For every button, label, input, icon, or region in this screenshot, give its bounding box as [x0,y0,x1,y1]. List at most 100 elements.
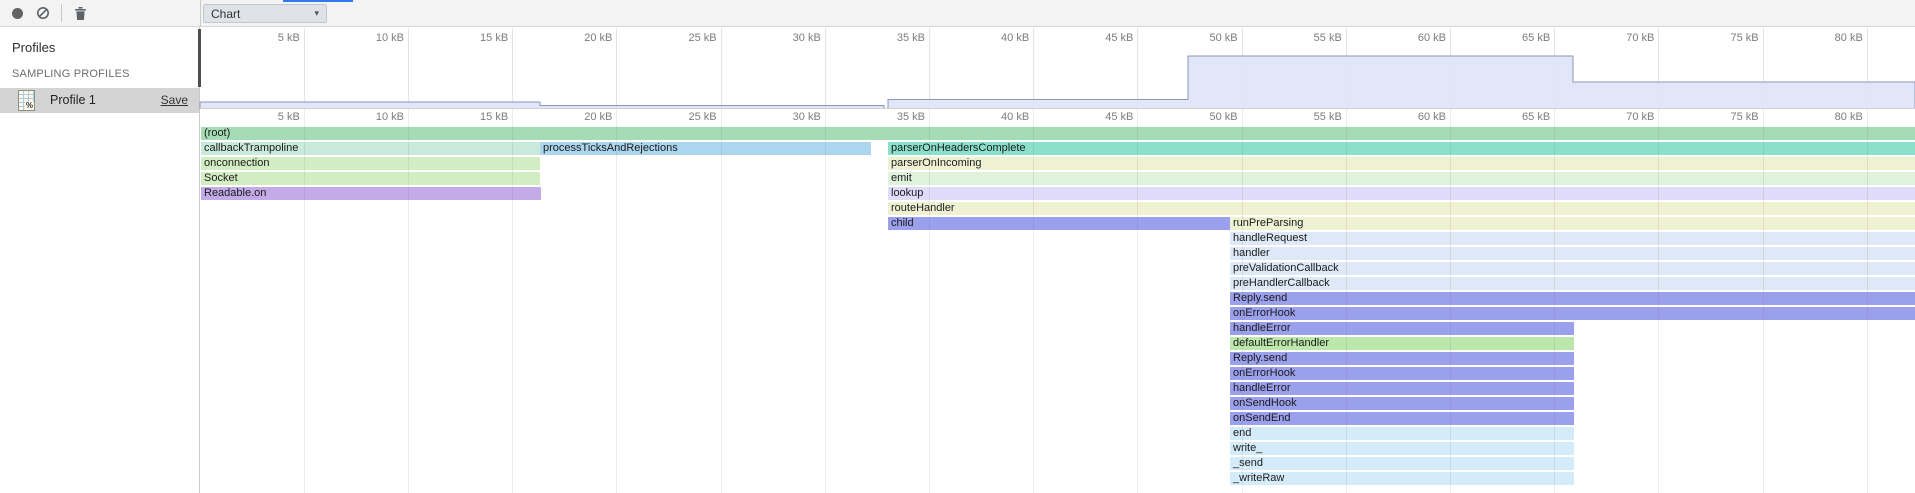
flame-bar-processTicksAndRejections[interactable]: processTicksAndRejections [540,142,871,155]
record-button[interactable] [7,3,27,23]
flame-bar-preHandlerCallback[interactable]: preHandlerCallback [1230,277,1915,290]
overview-gridline [721,28,722,108]
flame-ruler-tick: 5 kB [278,111,300,123]
flame-bar-parserOnHeadersComplete[interactable]: parserOnHeadersComplete [888,142,1915,155]
overview-ruler-tick: 15 kB [480,32,508,44]
flame-gridline [721,109,722,493]
save-profile-link[interactable]: Save [161,93,188,107]
flame-bar-parserOnIncoming[interactable]: parserOnIncoming [888,157,1915,170]
flame-bar-lookup[interactable]: lookup [888,187,1915,200]
toolbar: Chart ▾ [0,0,1915,27]
overview-gridline [1554,28,1555,108]
overview-gridline [1242,28,1243,108]
overview-ruler-tick: 20 kB [584,32,612,44]
overview-window-left-handle[interactable] [198,29,201,87]
flame-ruler-tick: 40 kB [1001,111,1029,123]
trash-icon [74,6,87,21]
flame-bar-handleRequest[interactable]: handleRequest [1230,232,1915,245]
chevron-down-icon: ▾ [314,9,319,18]
flame-bar-Reply.send[interactable]: Reply.send [1230,352,1574,365]
overview-ruler-tick: 75 kB [1730,32,1758,44]
toolbar-divider [61,4,62,22]
flame-gridline [1658,109,1659,493]
flame-bar-_writeRaw[interactable]: _writeRaw [1230,472,1574,485]
flame-bar-handleError[interactable]: handleError [1230,382,1574,395]
heap-profile-icon: % [18,90,35,111]
overview-gridline [929,28,930,108]
flame-gridline [1450,109,1451,493]
flame-bar-child[interactable]: child [888,217,1230,230]
overview-gridline [512,28,513,108]
flame-gridline [1346,109,1347,493]
flame-bar-_send[interactable]: _send [1230,457,1574,470]
flame-bar-Socket[interactable]: Socket [201,172,540,185]
flame-bar-write_[interactable]: write_ [1230,442,1574,455]
flame-bar-preValidationCallback[interactable]: preValidationCallback [1230,262,1915,275]
flame-gridline [408,109,409,493]
flame-gridline [825,109,826,493]
flame-ruler-tick: 65 kB [1522,111,1550,123]
flame-gridline [1763,109,1764,493]
profile-view-select[interactable]: Chart ▾ [203,4,327,23]
overview-ruler-tick: 5 kB [278,32,300,44]
flame-bar-Reply.send[interactable]: Reply.send [1230,292,1915,305]
percent-glyph: % [25,102,34,110]
overview-ruler-tick: 45 kB [1105,32,1133,44]
flame-ruler-tick: 25 kB [688,111,716,123]
flame-gridline [1554,109,1555,493]
flame-gridline [512,109,513,493]
overview-ruler-tick: 65 kB [1522,32,1550,44]
flame-ruler-tick: 80 kB [1835,111,1863,123]
flame-bar-runPreParsing[interactable]: runPreParsing [1230,217,1915,230]
flame-ruler-tick: 20 kB [584,111,612,123]
flame-bar-callbackTrampoline[interactable]: callbackTrampoline [201,142,540,155]
flame-gridline [1242,109,1243,493]
overview-gridline [1033,28,1034,108]
overview-ruler-tick: 60 kB [1418,32,1446,44]
overview-ruler-tick: 25 kB [688,32,716,44]
overview-ruler-tick: 10 kB [376,32,404,44]
flame-ruler-tick: 30 kB [793,111,821,123]
overview-ruler-tick: 40 kB [1001,32,1029,44]
flame-bar-emit[interactable]: emit [888,172,1915,185]
flame-bar-onconnection[interactable]: onconnection [201,157,540,170]
flame-bar-defaultErrorHandler[interactable]: defaultErrorHandler [1230,337,1574,350]
overview-gridline [1450,28,1451,108]
flame-ruler-tick: 35 kB [897,111,925,123]
flame-ruler-tick: 45 kB [1105,111,1133,123]
overview-gridline [616,28,617,108]
flame-gridline [929,109,930,493]
overview-ruler-tick: 30 kB [793,32,821,44]
flame-bar-handleError[interactable]: handleError [1230,322,1574,335]
flame-gridline [304,109,305,493]
sidebar-title: Profiles [12,40,55,55]
flame-ruler-tick: 50 kB [1209,111,1237,123]
overview-gridline [1137,28,1138,108]
overview-ruler-tick: 50 kB [1209,32,1237,44]
overview-gridline [1658,28,1659,108]
flame-ruler-tick: 70 kB [1626,111,1654,123]
delete-profile-button[interactable] [70,3,90,23]
flame-bar-onSendHook[interactable]: onSendHook [1230,397,1574,410]
flame-bar-handler[interactable]: handler [1230,247,1915,260]
flame-bar-onSendEnd[interactable]: onSendEnd [1230,412,1574,425]
accent-indicator [283,0,353,2]
clear-all-profiles-button[interactable] [33,3,53,23]
heap-profiler-panel: Chart ▾ Profiles SAMPLING PROFILES % Pro… [0,0,1915,493]
sidebar-item-profile-1[interactable]: % Profile 1 Save [0,88,199,113]
flame-bar-onErrorHook[interactable]: onErrorHook [1230,367,1574,380]
overview-ruler-tick: 70 kB [1626,32,1654,44]
flame-bar-onErrorHook[interactable]: onErrorHook [1230,307,1915,320]
overview-gridline [1867,28,1868,108]
flame-gridline [1867,109,1868,493]
flame-ruler-tick: 15 kB [480,111,508,123]
flame-bar-end[interactable]: end [1230,427,1574,440]
flame-ruler-tick: 10 kB [376,111,404,123]
record-icon [12,8,23,19]
flame-bar-Readable.on[interactable]: Readable.on [201,187,541,200]
overview-gridline [304,28,305,108]
block-icon [36,6,50,20]
overview-gridline [1346,28,1347,108]
flame-ruler-tick: 60 kB [1418,111,1446,123]
flame-bar-routeHandler[interactable]: routeHandler [888,202,1915,215]
